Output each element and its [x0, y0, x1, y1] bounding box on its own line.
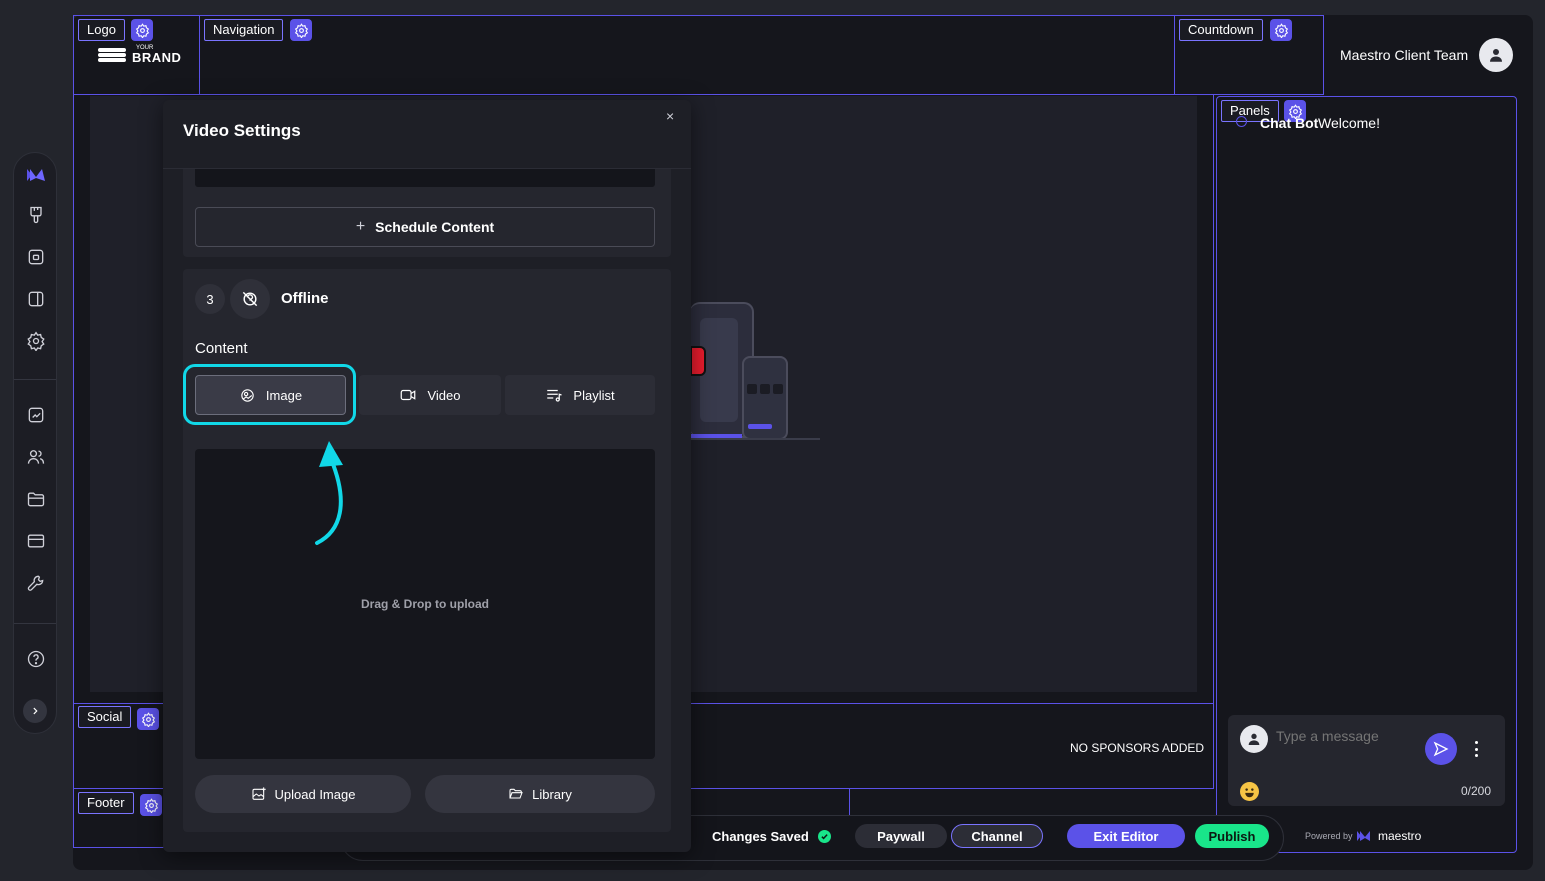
- close-icon[interactable]: ×: [666, 108, 680, 126]
- countdown-settings-icon[interactable]: [1270, 19, 1292, 41]
- powered-by-text: Powered by: [1305, 831, 1353, 841]
- schedule-card: + Schedule Content: [183, 169, 671, 257]
- upload-image-label: Upload Image: [274, 786, 356, 802]
- chat-bot-status-icon: [1236, 116, 1247, 127]
- sponsors-empty-text: NO SPONSORS ADDED: [1070, 741, 1205, 755]
- publish-button[interactable]: Publish: [1195, 824, 1269, 848]
- library-label: Library: [532, 786, 572, 802]
- navigation-settings-icon[interactable]: [290, 19, 312, 41]
- illustration-red-button: [690, 346, 706, 376]
- content-label: Content: [195, 340, 248, 357]
- schedule-content-button[interactable]: + Schedule Content: [195, 207, 655, 247]
- save-status-text: Changes Saved: [712, 829, 809, 844]
- chat-bot-name: Chat Bot: [1260, 115, 1319, 131]
- upload-image-button[interactable]: Upload Image: [195, 775, 411, 813]
- maestro-logo-icon[interactable]: [26, 165, 46, 185]
- modal-title: Video Settings: [183, 121, 301, 140]
- video-tab[interactable]: Video: [359, 375, 501, 415]
- video-frame-icon[interactable]: [26, 247, 46, 267]
- folder-icon[interactable]: [26, 489, 46, 509]
- image-tab-highlight: [183, 364, 356, 425]
- emoji-icon[interactable]: [1240, 782, 1259, 801]
- illustration-keys: [747, 384, 783, 394]
- rail-divider: [14, 379, 56, 380]
- logo-settings-icon[interactable]: [131, 19, 153, 41]
- playlist-icon: [547, 389, 563, 402]
- video-settings-modal: Video Settings × + Schedule Content 3 Of…: [163, 100, 691, 852]
- channel-button[interactable]: Channel: [951, 824, 1043, 848]
- chat-more-icon[interactable]: [1474, 741, 1478, 757]
- user-icon: [1490, 49, 1502, 62]
- expand-sidebar-button[interactable]: [23, 699, 47, 723]
- paint-brush-icon[interactable]: [26, 205, 46, 225]
- user-icon: [1248, 733, 1260, 745]
- left-sidebar: [13, 152, 57, 734]
- card-icon[interactable]: [26, 531, 46, 551]
- video-tab-label: Video: [427, 387, 461, 403]
- upload-dropzone[interactable]: Drag & Drop to upload: [195, 449, 655, 759]
- navigation-region[interactable]: [199, 15, 1175, 95]
- illustration-accent-bar: [748, 424, 772, 429]
- step-number-badge: 3: [195, 284, 225, 314]
- exit-editor-button[interactable]: Exit Editor: [1067, 824, 1185, 848]
- offline-status-icon: [230, 279, 270, 319]
- social-tag[interactable]: Social: [78, 706, 132, 728]
- user-name: Maestro Client Team: [1340, 47, 1469, 63]
- chat-message-input[interactable]: [1276, 726, 1416, 746]
- social-settings-icon[interactable]: [137, 708, 159, 730]
- layout-panel-icon[interactable]: [26, 289, 46, 309]
- plus-icon: +: [355, 218, 366, 235]
- playlist-tab[interactable]: Playlist: [505, 375, 655, 415]
- brand-name: BRAND: [132, 50, 182, 65]
- send-button[interactable]: [1425, 733, 1457, 765]
- user-avatar[interactable]: [1479, 38, 1513, 72]
- previous-item-bar: [195, 169, 655, 187]
- playlist-tab-label: Playlist: [573, 387, 615, 403]
- offline-card: 3 Offline Content Image Video Playlist D…: [183, 269, 671, 832]
- chevron-right-icon: [33, 707, 38, 715]
- schedule-content-label: Schedule Content: [375, 219, 495, 235]
- maestro-brand-text: maestro: [1378, 829, 1422, 843]
- library-button[interactable]: Library: [425, 775, 655, 813]
- video-icon: [401, 389, 416, 401]
- folder-open-icon: [509, 788, 523, 799]
- logo-tag[interactable]: Logo: [78, 19, 125, 41]
- offline-title: Offline: [281, 290, 329, 307]
- chat-welcome-text: Welcome!: [1318, 115, 1380, 131]
- saved-check-icon: [818, 830, 831, 843]
- wrench-icon[interactable]: [26, 573, 46, 593]
- users-icon[interactable]: [26, 447, 46, 467]
- help-icon[interactable]: [26, 649, 46, 669]
- footer-tag[interactable]: Footer: [78, 792, 134, 814]
- maestro-logo-icon: [1357, 829, 1373, 841]
- char-count: 0/200: [1461, 784, 1492, 798]
- paywall-button[interactable]: Paywall: [855, 824, 947, 848]
- navigation-tag[interactable]: Navigation: [204, 19, 284, 41]
- brand-logo-icon: [97, 46, 127, 64]
- analytics-icon[interactable]: [26, 405, 46, 425]
- upload-image-icon: [251, 787, 266, 800]
- settings-gear-icon[interactable]: [26, 331, 46, 352]
- illustration-floor: [690, 438, 820, 440]
- rail-divider: [14, 623, 56, 624]
- footer-settings-icon[interactable]: [140, 794, 162, 816]
- arrow-annotation-icon: [315, 441, 343, 545]
- chat-avatar: [1240, 725, 1268, 753]
- dropzone-text: Drag & Drop to upload: [361, 597, 489, 611]
- send-icon: [1433, 741, 1449, 757]
- countdown-tag[interactable]: Countdown: [1179, 19, 1263, 41]
